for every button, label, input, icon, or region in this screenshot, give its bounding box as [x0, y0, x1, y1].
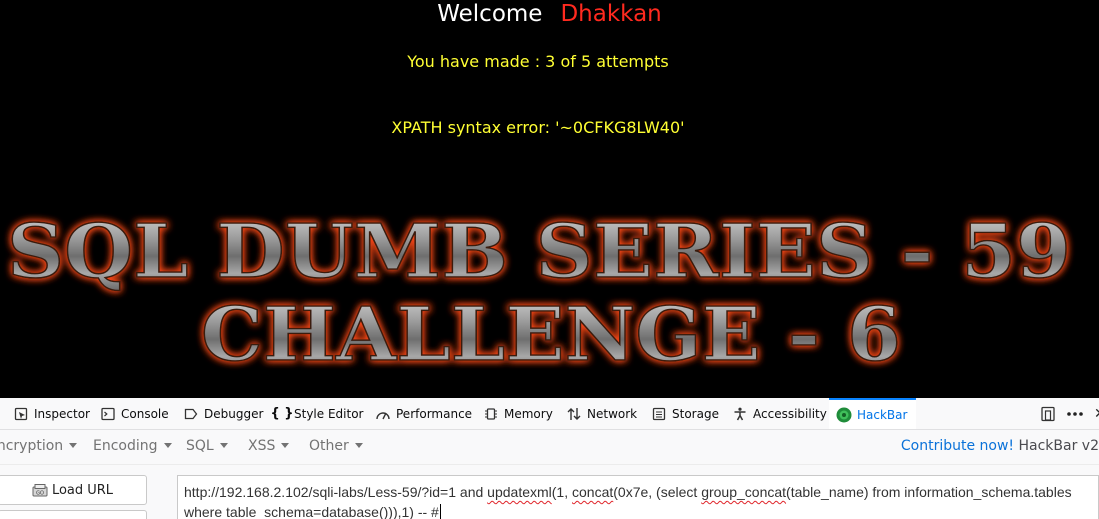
- contribute-notice: Contribute now! HackBar v2: [901, 438, 1099, 454]
- tab-label: Performance: [396, 406, 473, 421]
- responsive-design-button[interactable]: [1040, 398, 1056, 429]
- tab-label: Memory: [504, 406, 553, 421]
- browser-viewport: Welcome Dhakkan You have made : 3 of 5 at…: [0, 0, 1099, 519]
- caret-down-icon: [69, 442, 78, 448]
- attempts-message: You have made : 3 of 5 attempts: [407, 52, 669, 71]
- more-options-button[interactable]: [1066, 398, 1084, 429]
- banner-title-line1: SQL DUMB SERIES - 59: [7, 209, 1071, 295]
- menu-other[interactable]: Other: [309, 438, 363, 454]
- hackbar-body: GO Load URL http://192.168.2.102/sqli-la…: [0, 464, 1099, 519]
- url-text: (0x7e, (select: [613, 484, 702, 500]
- console-icon: [100, 406, 116, 422]
- url-textarea[interactable]: http://192.168.2.102/sqli-labs/Less-59/?…: [177, 475, 1099, 519]
- welcome-label: Welcome: [437, 1, 543, 27]
- caret-down-icon: [281, 442, 290, 448]
- tab-label: Storage: [672, 406, 719, 421]
- more-options-icon: [1066, 406, 1084, 422]
- url-text: updatexml: [487, 484, 552, 500]
- caret-down-icon: [219, 442, 228, 448]
- challenge-banner: SQL DUMB SERIES - 59 CHALLENGE - 6: [6, 208, 1072, 379]
- caret-down-icon: [163, 442, 172, 448]
- tab-label: Accessibility: [753, 406, 827, 421]
- tab-style-editor[interactable]: { } Style Editor: [270, 398, 364, 429]
- url-text: (1,: [551, 484, 572, 500]
- url-text: concat: [572, 484, 614, 500]
- tab-label: Console: [121, 406, 169, 421]
- menu-label: XSS: [248, 438, 276, 454]
- welcome-line: Welcome Dhakkan: [0, 0, 1099, 28]
- caret-down-icon: [354, 442, 363, 448]
- xpath-error-message: XPATH syntax error: '~0CFKG8LW40': [391, 118, 685, 137]
- hackbar-menu: Encryption Encoding SQL XSS Other Contri…: [0, 430, 1099, 464]
- username: Dhakkan: [560, 1, 662, 27]
- tab-accessibility[interactable]: Accessibility: [732, 398, 827, 429]
- tab-label: Inspector: [34, 406, 90, 421]
- tab-network[interactable]: Network: [566, 398, 637, 429]
- tab-storage[interactable]: Storage: [651, 398, 719, 429]
- close-devtools-button[interactable]: ✕: [1094, 398, 1099, 429]
- close-icon: ✕: [1094, 406, 1099, 422]
- menu-sql[interactable]: SQL: [186, 438, 228, 454]
- tab-label: Debugger: [204, 406, 264, 421]
- menu-label: Other: [309, 438, 349, 454]
- performance-icon: [375, 406, 391, 422]
- hackbar-icon: [836, 407, 852, 423]
- contribute-link[interactable]: Contribute now!: [901, 438, 1014, 454]
- devtools-panel: Inspector Console Debugger { } Style Edi…: [0, 398, 1099, 519]
- tab-performance[interactable]: Performance: [375, 398, 472, 429]
- menu-encoding[interactable]: Encoding: [93, 438, 172, 454]
- tab-label: Network: [587, 406, 638, 421]
- split-url-button[interactable]: [0, 510, 147, 519]
- menu-label: Encryption: [0, 438, 64, 454]
- inspector-icon: [13, 406, 29, 422]
- responsive-design-icon: [1040, 406, 1056, 422]
- load-url-icon: GO: [32, 483, 48, 497]
- menu-label: SQL: [186, 438, 214, 454]
- tab-label: HackBar: [857, 407, 908, 422]
- memory-icon: [483, 406, 499, 422]
- tab-label: Style Editor: [294, 406, 364, 421]
- style-editor-icon: { }: [270, 406, 294, 421]
- network-icon: [566, 406, 582, 422]
- tab-hackbar[interactable]: HackBar: [829, 398, 917, 429]
- menu-label: Encoding: [93, 438, 158, 454]
- storage-icon: [651, 406, 667, 422]
- tab-inspector[interactable]: Inspector: [13, 398, 90, 429]
- url-text: http://192.168.2.102/sqli-labs/Less-59/?…: [184, 484, 488, 500]
- accessibility-icon: [732, 406, 748, 422]
- load-url-button[interactable]: GO Load URL: [0, 475, 147, 505]
- debugger-icon: [183, 406, 199, 422]
- menu-xss[interactable]: XSS: [248, 438, 290, 454]
- banner-title-line2: CHALLENGE - 6: [201, 292, 901, 378]
- tab-debugger[interactable]: Debugger: [183, 398, 263, 429]
- menu-encryption[interactable]: Encryption: [0, 438, 78, 454]
- hackbar-version: HackBar v2: [1018, 438, 1099, 454]
- svg-text:GO: GO: [36, 491, 44, 497]
- tab-console[interactable]: Console: [100, 398, 169, 429]
- devtools-toolbar: Inspector Console Debugger { } Style Edi…: [0, 398, 1099, 430]
- text-cursor: [439, 504, 441, 519]
- tab-memory[interactable]: Memory: [483, 398, 553, 429]
- load-url-label: Load URL: [51, 482, 114, 498]
- url-text: group_concat: [701, 484, 787, 500]
